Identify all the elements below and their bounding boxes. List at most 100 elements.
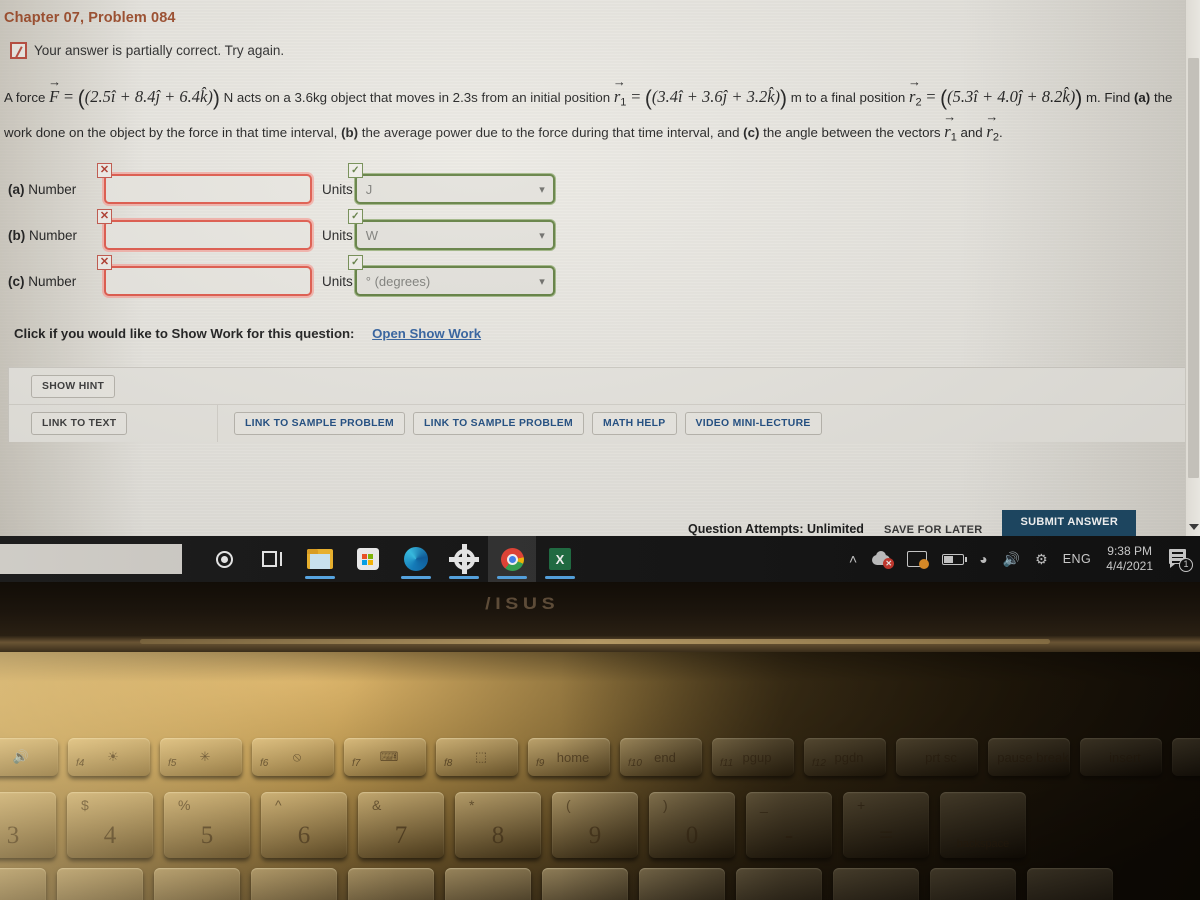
force-components: (2.5î + 8.4ĵ + 6.4k̂) xyxy=(84,87,213,106)
answer-c-tag: (c) xyxy=(8,273,25,289)
key-pause-break[interactable]: pause break xyxy=(988,738,1070,776)
wifi-icon[interactable]: ◕ xyxy=(979,551,987,567)
file-explorer-icon[interactable] xyxy=(296,536,344,582)
link-to-sample-problem-button-2[interactable]: LINK TO SAMPLE PROBLEM xyxy=(413,412,584,436)
edge-icon[interactable] xyxy=(392,536,440,582)
link-to-text-button[interactable]: LINK TO TEXT xyxy=(31,412,128,436)
key-f8[interactable]: f8 ⬚ xyxy=(436,738,518,776)
language-indicator[interactable]: ENG xyxy=(1063,552,1092,566)
taskbar-search-input[interactable]: search xyxy=(0,544,182,574)
answer-b-number-input[interactable] xyxy=(104,220,312,251)
key-row3-3[interactable] xyxy=(154,868,240,900)
problem-text-7: the angle between the vectors xyxy=(763,124,941,140)
open-show-work-link[interactable]: Open Show Work xyxy=(372,326,481,341)
key-row3-2[interactable] xyxy=(57,868,143,900)
r2-components: (5.3î + 4.0ĵ + 8.2k̂) xyxy=(947,87,1076,106)
vertical-scrollbar[interactable] xyxy=(1185,0,1200,536)
key-5[interactable]: % 5 xyxy=(164,792,250,858)
key-f10-end[interactable]: f10 end xyxy=(620,738,702,776)
key-equals[interactable]: + = xyxy=(843,792,929,858)
key-f10-label: f10 xyxy=(628,758,642,769)
r1-subscript-2: 1 xyxy=(950,131,957,144)
chrome-icon[interactable] xyxy=(488,536,536,582)
answer-a-label: (a) Number xyxy=(8,182,104,197)
show-work-prompt: Click if you would like to Show Work for… xyxy=(14,326,355,342)
key-row3-12[interactable] xyxy=(1027,868,1113,900)
key-5-shift-label: % xyxy=(178,797,191,813)
links-row: LINK TO TEXT LINK TO SAMPLE PROBLEM LINK… xyxy=(9,405,1191,443)
key-row3-10[interactable] xyxy=(833,868,919,900)
bluetooth-icon[interactable]: ⚙ xyxy=(1035,551,1048,568)
laptop-bezel: /ISUS xyxy=(0,582,1200,636)
display-settings-icon[interactable] xyxy=(907,551,930,569)
microsoft-store-icon[interactable] xyxy=(344,536,392,582)
problem-statement: A force F = ((2.5î + 8.4ĵ + 6.4k̂)) N ac… xyxy=(4,69,1200,150)
math-help-button[interactable]: MATH HELP xyxy=(592,412,677,436)
key-0[interactable]: ) 0 xyxy=(649,792,735,858)
key-f3[interactable]: f3 🔊 xyxy=(0,738,58,776)
video-mini-lecture-button[interactable]: VIDEO MINI-LECTURE xyxy=(684,412,822,436)
task-view-icon[interactable] xyxy=(248,536,296,582)
brightness-up-icon: ✳ xyxy=(199,749,211,764)
onedrive-error-icon[interactable]: ✕ xyxy=(872,551,895,569)
key-f9-home[interactable]: f9 home xyxy=(528,738,610,776)
show-hint-button[interactable]: SHOW HINT xyxy=(31,374,116,398)
key-f7[interactable]: f7 ⌨ xyxy=(344,738,426,776)
key-7-label: 7 xyxy=(394,822,408,849)
key-6[interactable]: ^ 6 xyxy=(261,792,347,858)
answer-b-field-wrap: ✕ xyxy=(97,209,312,251)
windows-taskbar: search X ˄ ✕ ◕ xyxy=(0,536,1200,582)
scroll-down-arrow-icon[interactable] xyxy=(1189,524,1199,530)
key-f4[interactable]: f4 ☀ xyxy=(68,738,150,776)
answer-b-unit-select[interactable]: W ▾ xyxy=(354,220,555,251)
keyboard-backlight-icon: ⌨ xyxy=(379,749,399,764)
notifications-icon[interactable]: 1 xyxy=(1168,549,1193,572)
key-minus[interactable]: _ - xyxy=(746,792,832,858)
settings-gear-icon[interactable] xyxy=(440,536,488,582)
key-3[interactable]: # 3 xyxy=(0,792,56,858)
clock[interactable]: 9:38 PM 4/4/2021 xyxy=(1106,544,1153,574)
answer-c-number-input[interactable] xyxy=(104,266,312,297)
scrollbar-thumb[interactable] xyxy=(1188,58,1199,478)
submit-answer-button[interactable]: SUBMIT ANSWER xyxy=(1002,510,1137,536)
key-f5[interactable]: f5 ✳ xyxy=(160,738,242,776)
answer-a-unit-wrap: ✓ J ▾ xyxy=(347,163,555,205)
r2-symbol: r xyxy=(908,69,921,110)
answer-c-unit-select[interactable]: ° (degrees) ▾ xyxy=(354,266,555,297)
link-to-sample-problem-button-1[interactable]: LINK TO SAMPLE PROBLEM xyxy=(234,412,405,436)
key-row3-11[interactable] xyxy=(930,868,1016,900)
key-delete[interactable]: delete xyxy=(1172,738,1200,776)
key-f11-pgup[interactable]: f11 pgup xyxy=(712,738,794,776)
tray-expand-chevron-icon[interactable]: ˄ xyxy=(849,551,857,567)
key-insert-label: insert xyxy=(1109,749,1141,765)
answer-a-number-input[interactable] xyxy=(104,174,312,205)
key-backspace[interactable]: backspace xyxy=(940,792,1026,858)
key-f12-pgdn[interactable]: f12 pgdn xyxy=(804,738,886,776)
key-row3-1[interactable] xyxy=(0,868,46,900)
key-row3-7[interactable] xyxy=(542,868,628,900)
brightness-down-icon: ☀ xyxy=(107,749,119,764)
key-prt-sc-label: prt sc xyxy=(925,749,957,765)
r2-subscript: 2 xyxy=(915,96,922,109)
key-row3-9[interactable] xyxy=(736,868,822,900)
key-insert[interactable]: insert xyxy=(1080,738,1162,776)
answer-row-a: (a) Number ✕ Units ✓ J ▾ xyxy=(8,163,1200,212)
key-4[interactable]: $ 4 xyxy=(67,792,153,858)
answer-a-unit-select[interactable]: J ▾ xyxy=(354,174,555,205)
key-row3-6[interactable] xyxy=(445,868,531,900)
notification-count-badge: 1 xyxy=(1179,558,1193,572)
key-row3-4[interactable] xyxy=(251,868,337,900)
volume-icon[interactable]: 🔊 xyxy=(1003,551,1020,568)
key-row3-5[interactable] xyxy=(348,868,434,900)
battery-icon[interactable] xyxy=(942,553,968,565)
save-for-later-button[interactable]: SAVE FOR LATER xyxy=(884,524,983,536)
answer-c-units-label: Units xyxy=(322,273,353,289)
key-prt-sc[interactable]: prt sc xyxy=(896,738,978,776)
key-row3-8[interactable] xyxy=(639,868,725,900)
key-f6[interactable]: f6 ⦸ xyxy=(252,738,334,776)
cortana-icon[interactable] xyxy=(200,536,248,582)
key-7[interactable]: & 7 xyxy=(358,792,444,858)
excel-icon[interactable]: X xyxy=(536,536,584,582)
key-9[interactable]: ( 9 xyxy=(552,792,638,858)
key-8[interactable]: * 8 xyxy=(455,792,541,858)
